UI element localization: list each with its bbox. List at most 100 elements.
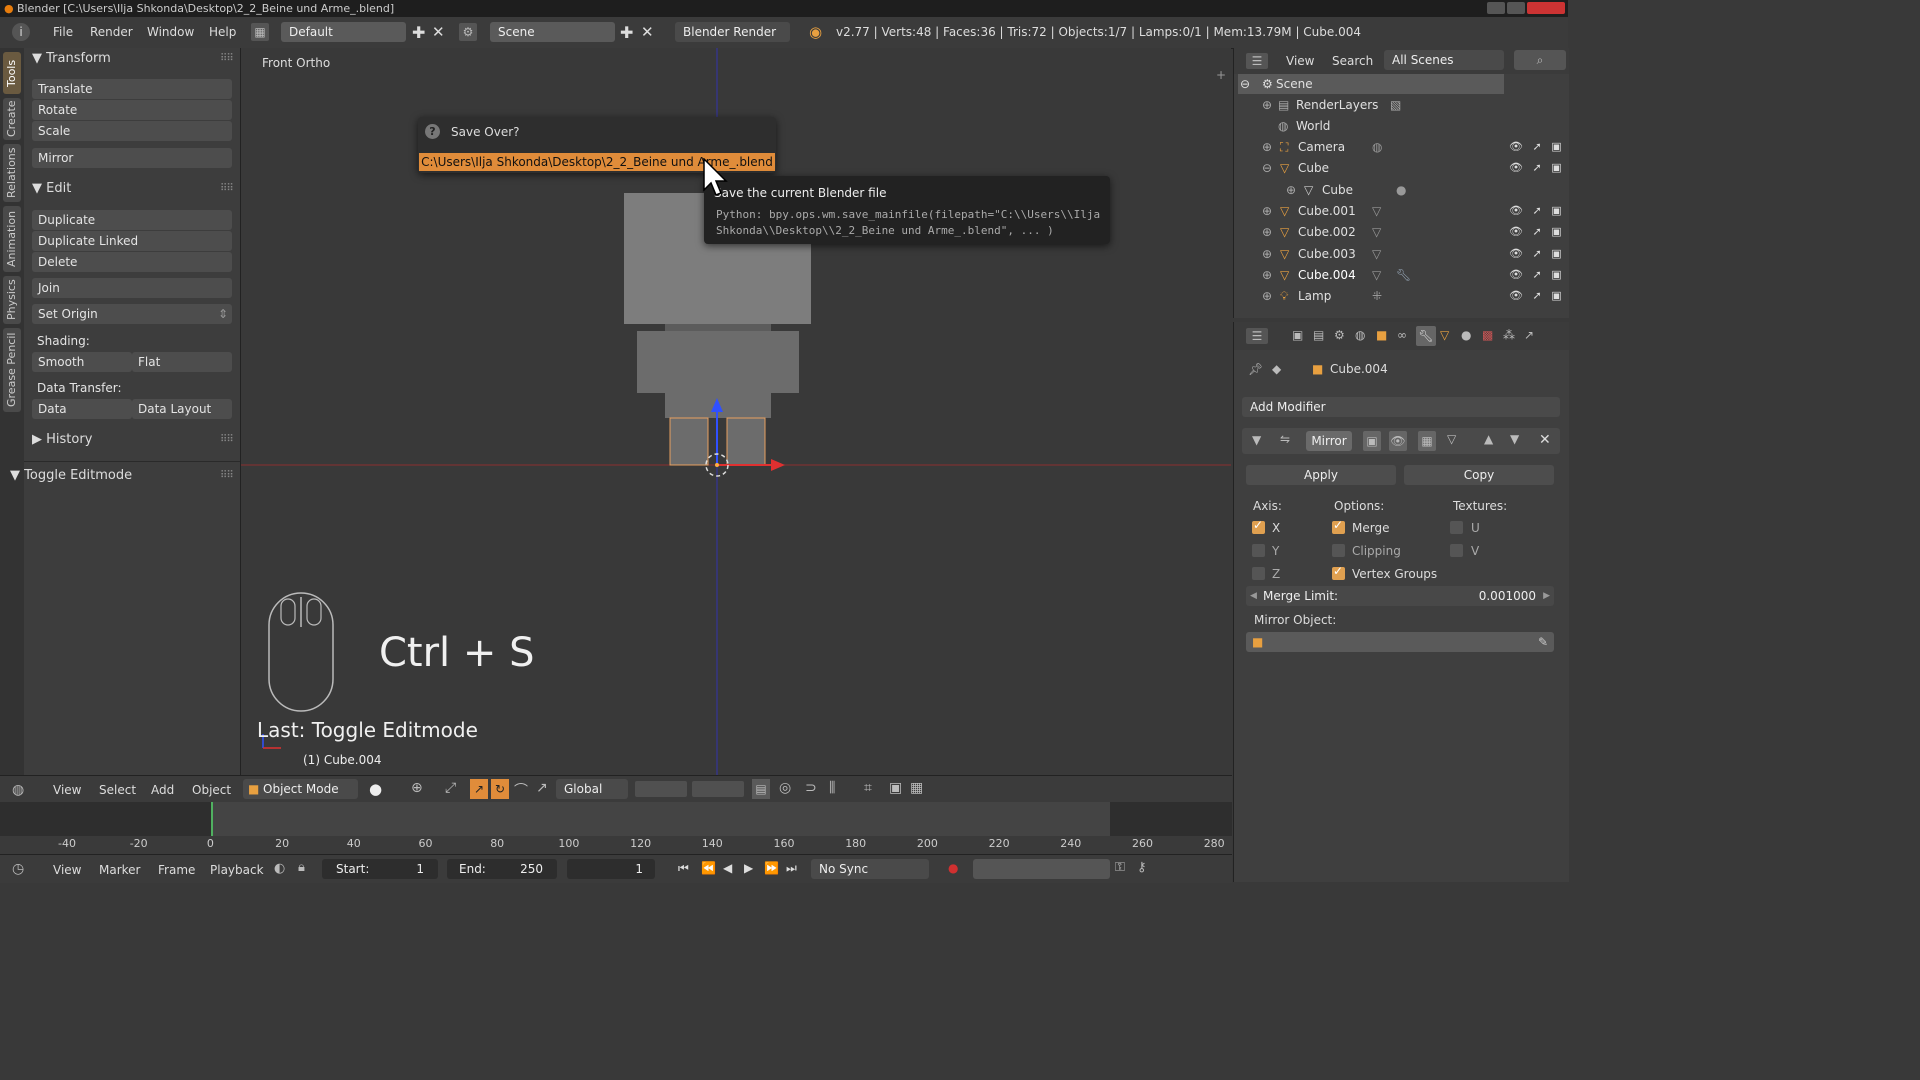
outliner-row-lamp[interactable]: ⊕ 💡︎ Lamp ⁜ bbox=[1262, 286, 1534, 306]
outliner-row-cube[interactable]: ⊖ ▽ Cube bbox=[1262, 158, 1534, 178]
collapse-icon[interactable]: ⊖ bbox=[1240, 74, 1250, 94]
keying-set-field[interactable] bbox=[973, 859, 1110, 879]
current-frame-line[interactable] bbox=[211, 802, 213, 836]
particles-tab-icon[interactable]: ⁂ bbox=[1503, 328, 1515, 342]
eye-icon[interactable]: 👁︎ bbox=[1509, 161, 1523, 174]
expand-icon[interactable]: ⊕ bbox=[1262, 286, 1272, 306]
outliner-row-cube-001[interactable]: ⊕ ▽ Cube.001 ▽ bbox=[1262, 201, 1534, 221]
prev-keyframe-icon[interactable]: ⏪ bbox=[701, 861, 716, 875]
layers-grid-1[interactable] bbox=[635, 781, 687, 797]
scale-manipulator-icon[interactable]: ⌒ bbox=[514, 780, 528, 800]
expand-icon[interactable]: ⊕ bbox=[1262, 137, 1272, 157]
render-camera-icon[interactable]: ▣ bbox=[1551, 247, 1561, 260]
visibility-toggle-icon[interactable]: 👁︎ bbox=[1389, 431, 1407, 451]
merge-limit-field[interactable]: ◀ Merge Limit: 0.001000 ▶ bbox=[1246, 586, 1554, 606]
right-leg-mesh[interactable] bbox=[726, 417, 766, 466]
pivot-point-icon[interactable]: ⊕ bbox=[411, 780, 423, 796]
history-panel-header[interactable]: ▶ History bbox=[32, 432, 92, 447]
timeline-menu-frame[interactable]: Frame bbox=[158, 863, 195, 877]
expand-icon[interactable]: ⊕ bbox=[1262, 244, 1272, 264]
smooth-button[interactable]: Smooth bbox=[32, 352, 132, 372]
material-tab-icon[interactable]: ● bbox=[1461, 328, 1471, 342]
merge-checkbox[interactable] bbox=[1332, 518, 1345, 534]
menu-file[interactable]: File bbox=[53, 25, 73, 39]
tab-tools[interactable]: Tools bbox=[3, 52, 21, 94]
data-button[interactable]: Data bbox=[32, 399, 132, 419]
select-arrow-icon[interactable]: ➚ bbox=[1532, 247, 1541, 260]
record-icon[interactable]: ● bbox=[948, 861, 958, 875]
rotate-manipulator-icon[interactable]: ↻ bbox=[491, 779, 509, 799]
select-arrow-icon[interactable]: ➚ bbox=[1532, 161, 1541, 174]
add-modifier-select[interactable]: Add Modifier bbox=[1242, 397, 1560, 417]
scene-field[interactable]: Scene bbox=[490, 22, 615, 42]
select-arrow-icon[interactable]: ➚ bbox=[1532, 204, 1541, 217]
eye-icon[interactable]: 👁︎ bbox=[1509, 268, 1523, 281]
texture-u-checkbox[interactable] bbox=[1450, 521, 1463, 534]
tab-create[interactable]: Create bbox=[3, 98, 21, 140]
outliner-row-cube-002[interactable]: ⊕ ▽ Cube.002 ▽ bbox=[1262, 222, 1534, 242]
expand-icon[interactable]: ⊕ bbox=[1262, 95, 1272, 115]
copy-button[interactable]: Copy bbox=[1404, 465, 1554, 485]
render-layers-tab-icon[interactable]: ▤ bbox=[1313, 328, 1324, 342]
eye-icon[interactable]: 👁︎ bbox=[1509, 247, 1523, 260]
tab-animation[interactable]: Animation bbox=[3, 206, 21, 272]
mode-select[interactable]: Object Mode bbox=[243, 779, 358, 799]
render-camera-icon[interactable]: ▣ bbox=[1551, 161, 1561, 174]
delete-button[interactable]: Delete bbox=[32, 252, 232, 272]
menu-select[interactable]: Select bbox=[99, 783, 136, 797]
axis-y-checkbox[interactable] bbox=[1252, 544, 1265, 557]
timeline-menu-playback[interactable]: Playback bbox=[210, 863, 264, 877]
manipulator-icon[interactable]: ⤢ bbox=[445, 780, 456, 796]
move-down-icon[interactable]: ▼ bbox=[1510, 432, 1519, 446]
clipping-checkbox[interactable] bbox=[1332, 544, 1345, 557]
data-tab-icon[interactable]: ▽ bbox=[1440, 328, 1449, 342]
remove-modifier-icon[interactable]: ✕ bbox=[1539, 432, 1551, 448]
tab-relations[interactable]: Relations bbox=[3, 144, 21, 202]
add-scene-icon[interactable]: ✚ bbox=[620, 23, 633, 42]
eye-icon[interactable]: 👁︎ bbox=[1509, 204, 1523, 217]
info-editor-icon[interactable]: i bbox=[12, 23, 30, 41]
remove-screen-icon[interactable]: ✕ bbox=[432, 23, 445, 41]
editmode-toggle-icon[interactable]: ▦ bbox=[1418, 431, 1436, 451]
menu-view[interactable]: View bbox=[53, 783, 81, 797]
render-camera-icon[interactable]: ▣ bbox=[1551, 204, 1561, 217]
menu-object[interactable]: Object bbox=[192, 783, 231, 797]
physics-tab-icon[interactable]: ↗ bbox=[1524, 328, 1534, 342]
viewport-shading-icon[interactable]: ● bbox=[369, 780, 382, 798]
properties-editor-icon[interactable]: ☰ bbox=[1246, 328, 1268, 344]
flat-button[interactable]: Flat bbox=[132, 352, 232, 372]
transform-icon[interactable]: ↗ bbox=[536, 780, 548, 796]
eye-icon[interactable]: 👁︎ bbox=[1509, 225, 1523, 238]
render-animation-icon[interactable]: ▦ bbox=[910, 780, 923, 796]
scale-button[interactable]: Scale bbox=[32, 121, 232, 141]
pin-icon[interactable]: 📌︎ bbox=[1248, 362, 1263, 376]
eye-icon[interactable]: 👁︎ bbox=[1509, 289, 1523, 302]
close-window-button[interactable] bbox=[1527, 2, 1565, 14]
outliner-row-camera[interactable]: ⊕ ⛶ Camera ◍ bbox=[1262, 137, 1534, 157]
eye-icon[interactable]: 👁︎ bbox=[1509, 140, 1523, 153]
panel-grip-icon[interactable]: ⠿⠿ bbox=[220, 470, 234, 481]
expand-icon[interactable]: ⊕ bbox=[1262, 222, 1272, 242]
render-camera-icon[interactable]: ▣ bbox=[1551, 289, 1561, 302]
decrement-arrow-icon[interactable]: ◀ bbox=[1250, 586, 1257, 606]
tab-physics[interactable]: Physics bbox=[3, 276, 21, 324]
jump-end-icon[interactable]: ⏭ bbox=[786, 861, 797, 876]
lock-icon[interactable]: 🔒︎ bbox=[298, 860, 305, 875]
delete-keyframe-icon[interactable]: ⚷ bbox=[1137, 860, 1147, 875]
outliner-menu-search[interactable]: Search bbox=[1332, 54, 1373, 68]
jump-start-icon[interactable]: ⏮ bbox=[678, 861, 689, 876]
menu-help[interactable]: Help bbox=[209, 25, 236, 39]
modifier-name-field[interactable]: Mirror bbox=[1306, 431, 1352, 451]
eyedropper-icon[interactable]: ✎ bbox=[1538, 632, 1548, 652]
expand-icon[interactable]: ⊕ bbox=[1262, 201, 1272, 221]
timeline-area[interactable]: -40 -20 0 20 40 60 80 100 120 140 160 180 200 220 240 2… bbox=[0, 802, 1232, 854]
current-frame-field[interactable]: 1 bbox=[567, 859, 655, 879]
render-camera-icon[interactable]: ▣ bbox=[1551, 268, 1561, 281]
screen-layout-icon[interactable]: ▦ bbox=[251, 23, 269, 41]
expand-icon[interactable]: ⊕ bbox=[1262, 265, 1272, 285]
increment-arrow-icon[interactable]: ▶ bbox=[1543, 586, 1550, 606]
timeline-menu-view[interactable]: View bbox=[53, 863, 81, 877]
select-arrow-icon[interactable]: ➚ bbox=[1532, 225, 1541, 238]
world-tab-icon[interactable]: ◍ bbox=[1355, 328, 1365, 342]
scene-tab-icon[interactable]: ⚙ bbox=[1334, 328, 1345, 342]
